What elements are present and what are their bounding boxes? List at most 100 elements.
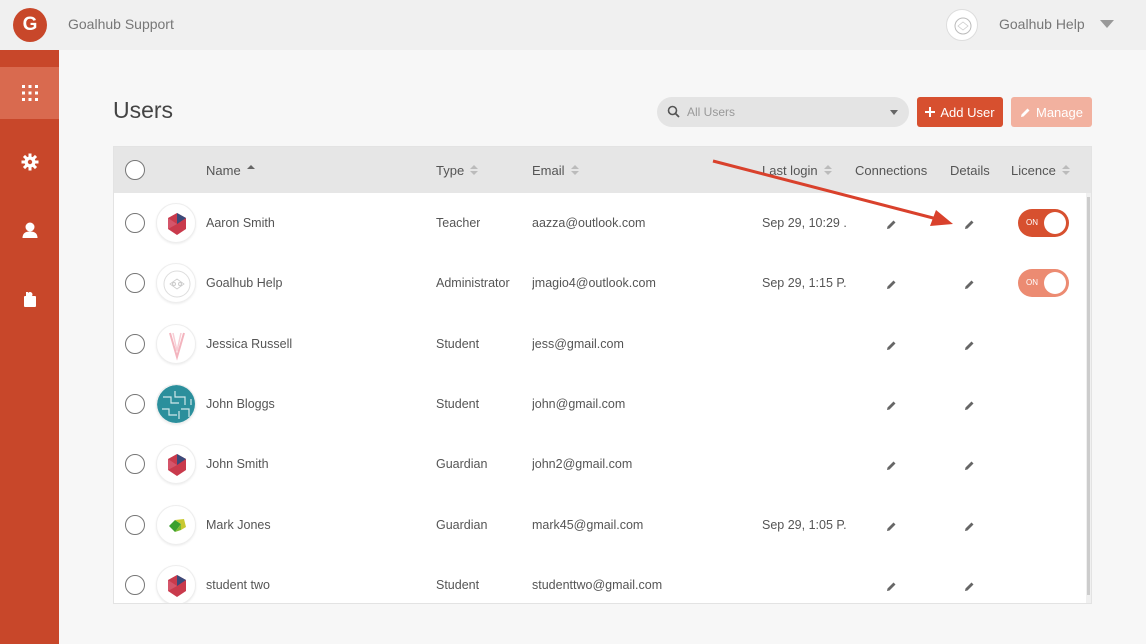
sort-icon: [823, 165, 832, 176]
manage-label: Manage: [1036, 104, 1083, 120]
edit-details-pencil-icon[interactable]: [964, 277, 975, 295]
users-table: Name Type Email Last login Connections D…: [113, 146, 1092, 604]
table-row[interactable]: student two Student studenttwo@gmail.com: [114, 555, 1086, 603]
edit-connections-pencil-icon[interactable]: [886, 579, 897, 597]
user-name[interactable]: student two: [206, 578, 270, 592]
column-last-login-label: Last login: [762, 163, 818, 178]
scrollbar-thumb[interactable]: [1087, 197, 1090, 595]
table-row[interactable]: Aaron Smith Teacher aazza@outlook.com Sep 2…: [114, 193, 1086, 253]
puzzle-icon: [23, 292, 36, 307]
avatar: [156, 203, 196, 243]
manage-button[interactable]: Manage: [1011, 97, 1092, 127]
app-logo[interactable]: G: [13, 8, 47, 42]
row-select-radio[interactable]: [125, 393, 145, 414]
user-name[interactable]: John Bloggs: [206, 397, 275, 411]
licence-toggle[interactable]: ON: [1018, 209, 1069, 237]
column-header-name[interactable]: Name: [206, 163, 255, 178]
user-type: Guardian: [436, 517, 488, 532]
licence-toggle[interactable]: ON: [1018, 269, 1069, 298]
sidebar-item-settings[interactable]: [0, 136, 59, 188]
column-header-licence[interactable]: Licence: [1011, 163, 1070, 178]
user-name[interactable]: John Smith: [206, 457, 269, 471]
table-header: Name Type Email Last login Connections D…: [114, 147, 1091, 193]
gear-icon: [21, 153, 38, 171]
sidebar-item-integrations[interactable]: [0, 273, 59, 325]
table-row[interactable]: John Smith Guardian john2@gmail.com: [114, 434, 1086, 494]
user-type: Guardian: [436, 457, 488, 472]
table-scrollbar[interactable]: [1086, 193, 1091, 603]
avatar: [156, 564, 196, 603]
row-select-radio[interactable]: [125, 454, 145, 475]
select-all-radio[interactable]: [125, 160, 145, 180]
column-header-email[interactable]: Email: [532, 163, 579, 178]
sidebar: [0, 50, 59, 644]
sort-icon: [469, 165, 479, 176]
page-title: Users: [113, 97, 174, 123]
chevron-down-icon[interactable]: [890, 110, 898, 115]
column-header-type[interactable]: Type: [436, 163, 479, 178]
edit-connections-pencil-icon[interactable]: [886, 277, 897, 295]
avatar: [156, 263, 196, 304]
column-header-connections: Connections: [855, 163, 927, 178]
top-bar: G Goalhub Support Goalhub Help: [0, 0, 1146, 50]
sidebar-item-users[interactable]: [0, 204, 59, 256]
user-email: john2@gmail.com: [532, 457, 633, 472]
user-type: Teacher: [436, 216, 481, 230]
user-email: john@gmail.com: [532, 396, 626, 411]
user-name[interactable]: Mark Jones: [206, 518, 271, 532]
column-header-details: Details: [950, 163, 990, 178]
edit-details-pencil-icon[interactable]: [964, 579, 975, 597]
table-row[interactable]: Goalhub Help Administrator jmagio4@outlook…: [114, 253, 1086, 313]
account-name[interactable]: Goalhub Help: [999, 16, 1085, 32]
row-select-radio[interactable]: [125, 273, 145, 294]
edit-connections-pencil-icon[interactable]: [886, 338, 897, 356]
avatar: [156, 444, 196, 485]
edit-details-pencil-icon[interactable]: [964, 458, 975, 476]
table-row[interactable]: Jessica Russell Student jess@gmail.com: [114, 314, 1086, 374]
edit-connections-pencil-icon[interactable]: [886, 398, 897, 416]
toggle-knob: [1044, 272, 1066, 295]
row-select-radio[interactable]: [125, 574, 145, 595]
row-select-radio[interactable]: [125, 213, 145, 233]
user-email: jmagio4@outlook.com: [532, 276, 656, 291]
sort-ascending-icon: [246, 165, 255, 176]
user-type: Student: [436, 336, 480, 351]
table-row[interactable]: John Bloggs Student john@gmail.com: [114, 374, 1086, 434]
column-email-label: Email: [532, 163, 565, 178]
user-email: studenttwo@gmail.com: [532, 577, 663, 592]
edit-details-pencil-icon[interactable]: [964, 338, 975, 356]
edit-connections-pencil-icon[interactable]: [886, 519, 897, 537]
search-input[interactable]: [687, 103, 877, 121]
column-name-label: Name: [206, 163, 241, 178]
account-menu-chevron-down-icon[interactable]: [1100, 20, 1114, 28]
table-row[interactable]: Mark Jones Guardian mark45@gmail.com Sep 29…: [114, 495, 1086, 555]
user-type: Administrator: [436, 276, 510, 291]
sort-icon: [570, 165, 579, 176]
licence-toggle-label: ON: [1026, 218, 1038, 227]
user-type: Student: [436, 396, 480, 411]
user-last-login: Sep 29, 1:15 P..: [762, 276, 847, 291]
licence-toggle-label: ON: [1026, 278, 1038, 288]
column-connections-label: Connections: [855, 163, 928, 178]
add-user-button[interactable]: Add User: [917, 97, 1003, 127]
app-title: Goalhub Support: [68, 16, 174, 32]
pencil-icon: [1021, 108, 1030, 117]
edit-connections-pencil-icon[interactable]: [886, 217, 897, 235]
column-details-label: Details: [950, 163, 990, 178]
edit-details-pencil-icon[interactable]: [964, 217, 975, 235]
avatar: [156, 323, 196, 364]
sidebar-item-dashboard[interactable]: [0, 67, 59, 119]
user-filter-search[interactable]: [657, 97, 909, 127]
account-avatar[interactable]: [946, 9, 978, 41]
row-select-radio[interactable]: [125, 333, 145, 354]
row-select-radio[interactable]: [125, 514, 145, 535]
user-name[interactable]: Goalhub Help: [206, 276, 282, 290]
edit-details-pencil-icon[interactable]: [964, 398, 975, 416]
user-email: mark45@gmail.com: [532, 517, 644, 532]
user-last-login: Sep 29, 1:05 P..: [762, 517, 847, 532]
edit-details-pencil-icon[interactable]: [964, 519, 975, 537]
user-name[interactable]: Jessica Russell: [206, 337, 292, 351]
edit-connections-pencil-icon[interactable]: [886, 458, 897, 476]
column-header-last-login[interactable]: Last login: [762, 163, 832, 178]
user-name[interactable]: Aaron Smith: [206, 216, 275, 230]
